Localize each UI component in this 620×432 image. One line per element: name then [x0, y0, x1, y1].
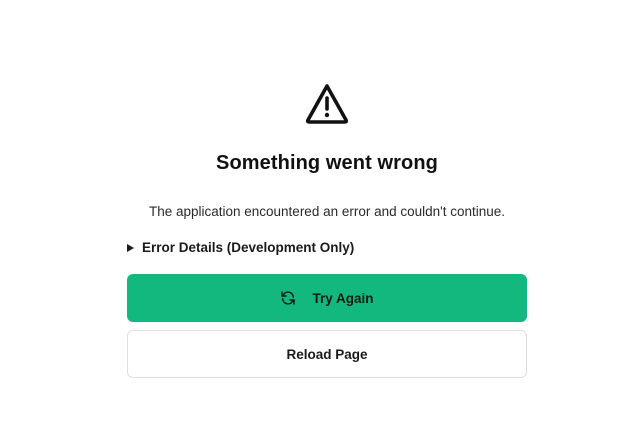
- error-details-label: Error Details (Development Only): [142, 240, 355, 255]
- reload-page-button[interactable]: Reload Page: [127, 330, 527, 378]
- error-details-toggle[interactable]: Error Details (Development Only): [127, 240, 354, 255]
- refresh-icon: [280, 290, 296, 306]
- disclosure-triangle-icon: [127, 244, 134, 252]
- error-message: The application encountered an error and…: [148, 204, 506, 219]
- try-again-button[interactable]: Try Again: [127, 274, 527, 322]
- reload-page-label: Reload Page: [286, 346, 368, 362]
- warning-triangle-icon: [304, 82, 350, 126]
- error-page: Something went wrong The application enc…: [0, 0, 620, 432]
- try-again-label: Try Again: [312, 290, 374, 306]
- error-title: Something went wrong: [216, 152, 438, 174]
